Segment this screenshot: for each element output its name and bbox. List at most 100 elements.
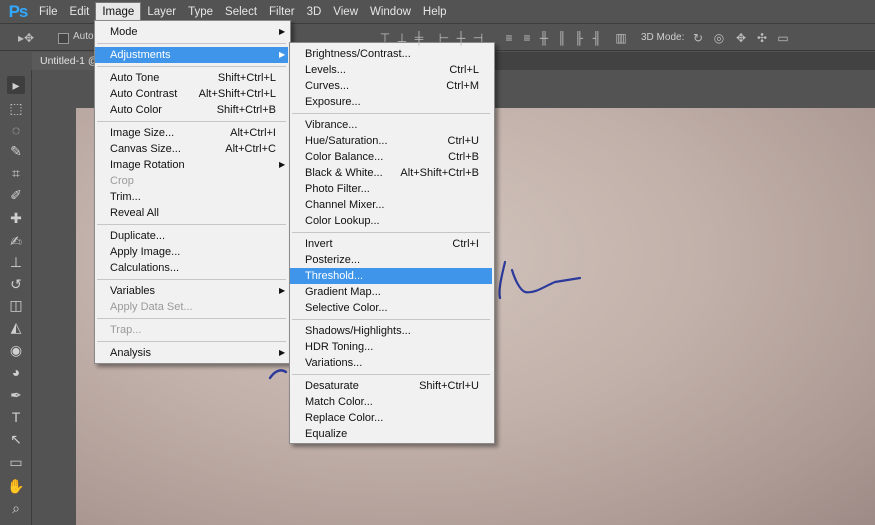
hand-tool-icon[interactable]: ✋ [7, 477, 25, 495]
align-hcenter-icon[interactable]: ┼ [454, 31, 468, 45]
align-vcenter-icon[interactable]: ╪ [412, 31, 426, 45]
distribute-vcenter-icon[interactable]: ≡ [520, 31, 534, 45]
menu-item-vibrance[interactable]: Vibrance... [290, 117, 492, 133]
distribute-right-icon[interactable]: ╢ [590, 31, 604, 45]
menu-item-shortcut: Ctrl+B [448, 151, 479, 163]
menu-view[interactable]: View [327, 1, 364, 23]
clone-stamp-tool-icon[interactable]: ⊥ [7, 253, 25, 271]
3d-rotate-icon[interactable]: ↻ [691, 31, 705, 45]
menu-item-shortcut: Shift+Ctrl+U [419, 380, 479, 392]
menu-item-calculations[interactable]: Calculations... [95, 260, 288, 276]
menu-item-hue-saturation[interactable]: Hue/Saturation... Ctrl+U [290, 133, 492, 149]
path-select-tool-icon[interactable]: ↖ [7, 430, 25, 448]
menu-edit[interactable]: Edit [64, 1, 96, 23]
history-brush-tool-icon[interactable]: ↺ [7, 275, 25, 293]
3d-slide-icon[interactable]: ✣ [755, 31, 769, 45]
menu-item-channel-mixer[interactable]: Channel Mixer... [290, 197, 492, 213]
menu-item-auto-tone[interactable]: Auto Tone Shift+Ctrl+L [95, 70, 288, 86]
menu-item-analysis[interactable]: Analysis ▶ [95, 345, 288, 361]
menu-item-variations[interactable]: Variations... [290, 355, 492, 371]
auto-align-icon[interactable]: ▥ [614, 31, 628, 45]
menu-item-mode[interactable]: Mode ▶ [95, 24, 288, 40]
menu-item-exposure[interactable]: Exposure... [290, 94, 492, 110]
menu-file[interactable]: File [33, 1, 64, 23]
menu-item-selective-color[interactable]: Selective Color... [290, 300, 492, 316]
menu-item-desaturate[interactable]: Desaturate Shift+Ctrl+U [290, 378, 492, 394]
menu-3d[interactable]: 3D [301, 1, 328, 23]
3d-mode-label: 3D Mode: [641, 32, 685, 43]
crop-tool-icon[interactable]: ⌗ [7, 164, 25, 182]
eraser-tool-icon[interactable]: ◫ [7, 296, 25, 314]
menu-item-invert[interactable]: Invert Ctrl+I [290, 236, 492, 252]
distribute-top-icon[interactable]: ≡ [502, 31, 516, 45]
menu-item-label: Duplicate... [110, 230, 166, 242]
menu-item-label: Threshold... [305, 270, 364, 282]
lasso-tool-icon[interactable]: ◌ [7, 121, 25, 139]
healing-brush-tool-icon[interactable]: ✚ [7, 209, 25, 227]
brush-tool-icon[interactable]: ✍ [7, 232, 25, 250]
align-bottom-icon[interactable]: ⊥ [395, 31, 409, 45]
menu-item-label: Gradient Map... [305, 286, 381, 298]
align-right-icon[interactable]: ⊣ [471, 31, 485, 45]
blur-tool-icon[interactable]: ◉ [7, 341, 25, 359]
menu-item-image-rotation[interactable]: Image Rotation ▶ [95, 157, 288, 173]
menu-item-duplicate[interactable]: Duplicate... [95, 228, 288, 244]
distribute-left-icon[interactable]: ║ [555, 31, 569, 45]
dodge-tool-icon[interactable]: ◕ [7, 363, 25, 381]
menu-item-adjustments[interactable]: Adjustments ▶ [95, 47, 288, 63]
align-left-icon[interactable]: ⊢ [437, 31, 451, 45]
document-tab[interactable]: Untitled-1 @ [32, 52, 96, 70]
menu-item-label: Levels... [305, 64, 346, 76]
menu-item-reveal-all[interactable]: Reveal All [95, 205, 288, 221]
quick-select-tool-icon[interactable]: ✎ [7, 142, 25, 160]
menu-item-image-size[interactable]: Image Size... Alt+Ctrl+I [95, 125, 288, 141]
menu-item-hdr-toning[interactable]: HDR Toning... [290, 339, 492, 355]
menu-item-replace-color[interactable]: Replace Color... [290, 410, 492, 426]
menu-item-auto-color[interactable]: Auto Color Shift+Ctrl+B [95, 102, 288, 118]
distribute-bottom-icon[interactable]: ╫ [537, 31, 551, 45]
3d-roll-icon[interactable]: ◎ [712, 31, 726, 45]
move-options-icon[interactable]: ▸✥ [18, 31, 34, 45]
menu-item-photo-filter[interactable]: Photo Filter... [290, 181, 492, 197]
menu-item-label: Trim... [110, 191, 141, 203]
menu-item-brightness-contrast[interactable]: Brightness/Contrast... [290, 46, 492, 62]
menu-item-match-color[interactable]: Match Color... [290, 394, 492, 410]
menu-item-color-lookup[interactable]: Color Lookup... [290, 213, 492, 229]
align-top-icon[interactable]: ⊤ [378, 31, 392, 45]
menu-item-equalize[interactable]: Equalize [290, 426, 492, 442]
menu-separator [97, 224, 286, 225]
type-tool-icon[interactable]: T [7, 408, 25, 426]
auto-select-checkbox[interactable] [58, 33, 69, 44]
menu-item-trim[interactable]: Trim... [95, 189, 288, 205]
menu-item-canvas-size[interactable]: Canvas Size... Alt+Ctrl+C [95, 141, 288, 157]
pen-tool-icon[interactable]: ✒ [7, 386, 25, 404]
menu-item-levels[interactable]: Levels... Ctrl+L [290, 62, 492, 78]
marquee-tool-icon[interactable]: ⬚ [7, 99, 25, 117]
rectangle-tool-icon[interactable]: ▭ [7, 453, 25, 471]
3d-pan-icon[interactable]: ✥ [734, 31, 748, 45]
move-tool-icon[interactable]: ▸ [7, 76, 25, 94]
menu-item-label: Canvas Size... [110, 143, 181, 155]
menu-item-curves[interactable]: Curves... Ctrl+M [290, 78, 492, 94]
menu-item-gradient-map[interactable]: Gradient Map... [290, 284, 492, 300]
menu-item-variables[interactable]: Variables ▶ [95, 283, 288, 299]
menu-item-shadows-highlights[interactable]: Shadows/Highlights... [290, 323, 492, 339]
menu-window[interactable]: Window [364, 1, 417, 23]
eyedropper-tool-icon[interactable]: ✐ [7, 186, 25, 204]
paint-bucket-tool-icon[interactable]: ◭ [7, 318, 25, 336]
menu-item-label: Posterize... [305, 254, 361, 266]
zoom-tool-icon[interactable]: ⌕ [7, 499, 25, 517]
submenu-arrow-icon: ▶ [279, 348, 286, 357]
menu-item-auto-contrast[interactable]: Auto Contrast Alt+Shift+Ctrl+L [95, 86, 288, 102]
menu-item-black-white[interactable]: Black & White... Alt+Shift+Ctrl+B [290, 165, 492, 181]
menu-item-label: Match Color... [305, 396, 373, 408]
distribute-hcenter-icon[interactable]: ╟ [572, 31, 586, 45]
menu-item-threshold[interactable]: Threshold... [290, 268, 492, 284]
menu-item-posterize[interactable]: Posterize... [290, 252, 492, 268]
3d-scale-icon[interactable]: ▭ [776, 31, 790, 45]
menu-item-apply-image[interactable]: Apply Image... [95, 244, 288, 260]
menu-item-label: Variations... [305, 357, 363, 369]
menu-help[interactable]: Help [417, 1, 453, 23]
menu-item-color-balance[interactable]: Color Balance... Ctrl+B [290, 149, 492, 165]
menu-image[interactable]: Image [95, 1, 142, 22]
